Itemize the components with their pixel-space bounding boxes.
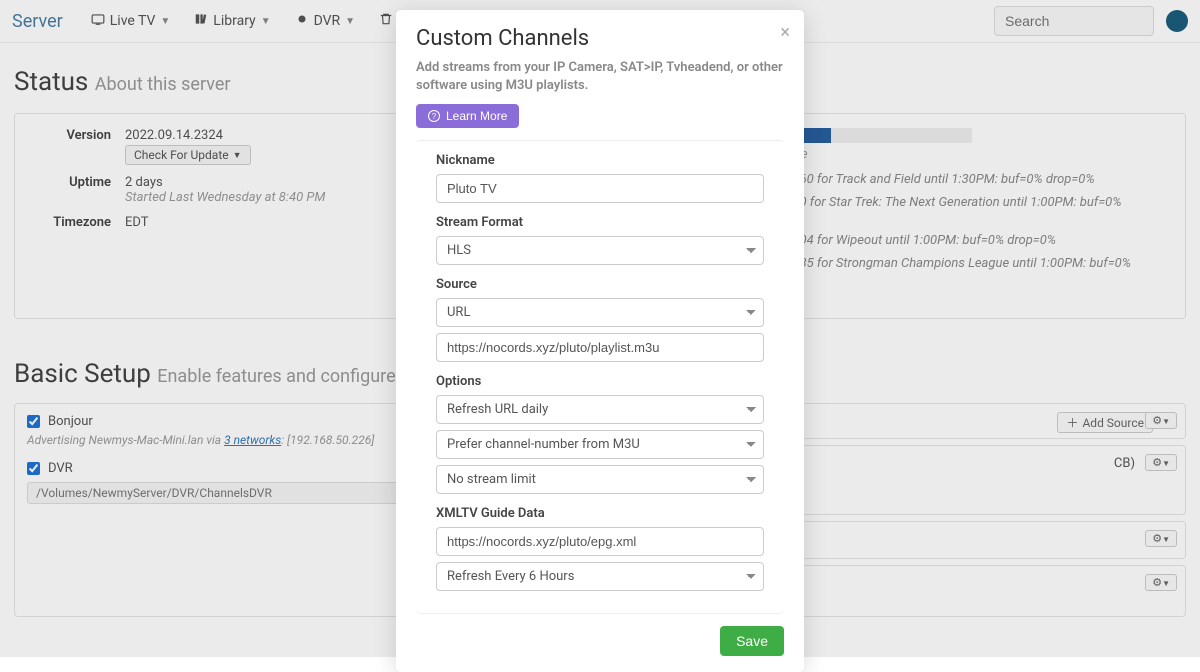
option-prefer-select[interactable]: Prefer channel-number from M3U (436, 430, 764, 459)
stream-format-label: Stream Format (436, 215, 764, 230)
xmltv-label: XMLTV Guide Data (436, 506, 764, 521)
close-icon[interactable]: × (780, 22, 790, 43)
source-type-select[interactable]: URL (436, 298, 764, 327)
option-refresh-select[interactable]: Refresh URL daily (436, 395, 764, 424)
modal-desc: Add streams from your IP Camera, SAT>IP,… (416, 59, 784, 94)
xmltv-refresh-select[interactable]: Refresh Every 6 Hours (436, 562, 764, 591)
modal-header: × Custom Channels Add streams from your … (396, 10, 804, 140)
modal-body: Nickname Stream Format HLS Source URL Op… (416, 140, 784, 614)
modal-overlay[interactable]: × Custom Channels Add streams from your … (0, 0, 1200, 657)
learn-more-button[interactable]: ? Learn More (416, 104, 519, 128)
nickname-input[interactable] (436, 174, 764, 203)
source-label: Source (436, 277, 764, 292)
xmltv-url-input[interactable] (436, 527, 764, 556)
source-url-input[interactable] (436, 333, 764, 362)
question-icon: ? (428, 110, 440, 122)
custom-channels-modal: × Custom Channels Add streams from your … (396, 10, 804, 672)
modal-title: Custom Channels (416, 26, 784, 51)
options-label: Options (436, 374, 764, 389)
nickname-label: Nickname (436, 153, 764, 168)
stream-format-select[interactable]: HLS (436, 236, 764, 265)
modal-footer: Save (396, 614, 804, 672)
option-limit-select[interactable]: No stream limit (436, 465, 764, 494)
save-button[interactable]: Save (720, 626, 784, 656)
